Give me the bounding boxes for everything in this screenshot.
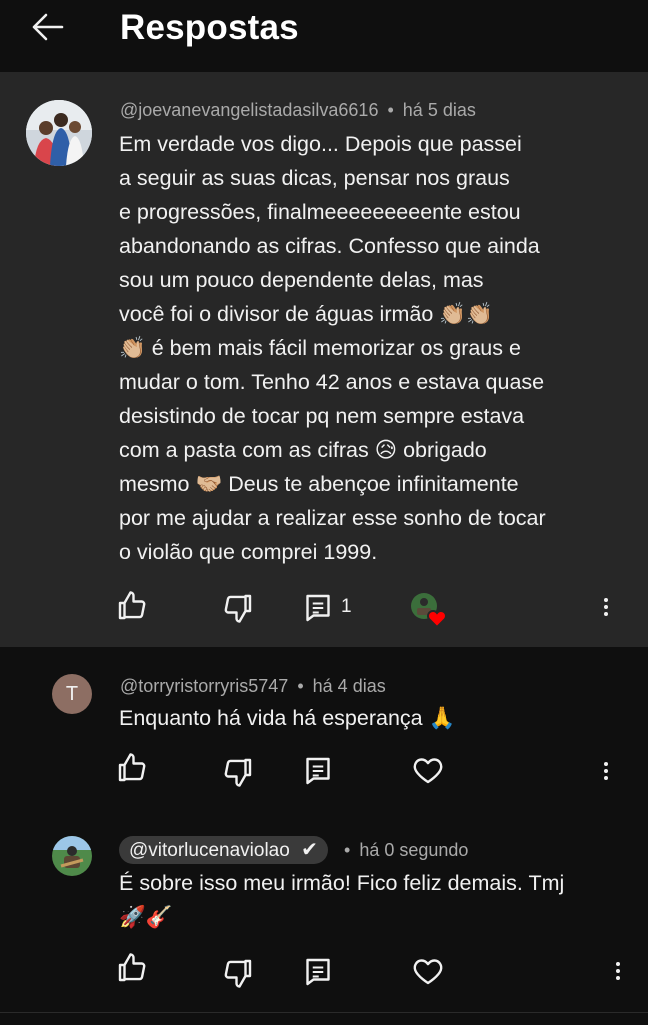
heart-icon [413,959,443,985]
reply-icon [306,594,330,622]
more-vert-icon [604,598,608,602]
back-button[interactable] [28,10,68,44]
meta-separator: • [387,100,394,120]
menu-dot [616,976,620,980]
heart-button[interactable] [410,752,446,788]
reply-button[interactable] [300,590,336,626]
like-button[interactable] [114,750,150,786]
menu-dot [604,612,608,616]
avatar[interactable]: T [52,674,92,714]
thumbs-down-icon [224,758,252,787]
author-name[interactable]: @joevanevangelistadasilva6616 [120,100,378,120]
thumbs-up-icon [118,753,146,782]
bottom-divider [0,1012,648,1025]
comment-line: Em verdade vos digo... Depois que passei [119,132,522,156]
dislike-button[interactable] [220,955,256,991]
comment-meta: @joevanevangelistadasilva6616 • há 5 dia… [120,100,476,121]
heart-icon [413,758,443,784]
page-title: Respostas [120,8,299,47]
comment-line: sou um pouco dependente delas, mas [119,268,484,292]
thumbs-down-icon [224,959,252,988]
comment-meta: • há 0 segundo [340,840,468,861]
author-name[interactable]: @torryristorryris5747 [120,676,288,696]
more-options-button[interactable] [596,588,616,624]
comment-line: É sobre isso meu irmão! Fico feliz demai… [119,871,565,895]
back-arrow-icon [32,13,64,41]
avatar-photo [52,836,92,876]
heart-icon [411,593,447,629]
comment-line: você foi o divisor de águas irmão 👏🏼👏🏼 [119,302,493,326]
more-vert-icon [604,762,608,766]
top-bar: Respostas [0,0,648,72]
author-name: @vitorlucenaviolao [129,840,290,861]
more-vert-icon [616,962,620,966]
comment-time: há 0 segundo [359,840,469,860]
like-button[interactable] [114,588,150,624]
comment-line: com a pasta com as cifras 😥 obrigado [119,438,487,462]
thumbs-up-icon [118,953,146,982]
comment-line: abandonando as cifras. Confesso que aind… [119,234,540,258]
comment-line: 🚀🎸 [119,905,173,929]
reply-button[interactable] [300,753,336,789]
creator-author-pill[interactable]: @vitorlucenaviolao ✔ [119,836,328,864]
dislike-button[interactable] [220,754,256,790]
reply-button[interactable] [300,954,336,990]
menu-dot [604,769,608,773]
more-options-button[interactable] [596,752,616,788]
avatar-letter: T [65,683,79,705]
comment-text: Em verdade vos digo... Depois que passei… [119,127,546,569]
comment-time: há 5 dias [402,100,476,120]
more-options-button[interactable] [608,952,628,988]
creator-heart-badge [410,592,450,632]
comment-line: mudar o tom. Tenho 42 anos e estava quas… [119,370,545,394]
comment-line: por me ajudar a realizar esse sonho de t… [119,506,546,530]
menu-dot [616,969,620,973]
comment-text: É sobre isso meu irmão! Fico feliz demai… [119,866,564,934]
like-button[interactable] [114,950,150,986]
meta-separator: • [344,840,351,860]
menu-dot [604,605,608,609]
reply-icon [306,757,330,785]
comment-line: 👏🏼 é bem mais fácil memorizar os graus e [119,336,521,360]
reply-count: 1 [341,596,352,617]
comment-time: há 4 dias [312,676,386,696]
avatar-photo [26,100,92,166]
avatar[interactable] [26,100,92,166]
meta-separator: • [297,676,304,696]
comment-line: mesmo 🤝🏼 Deus te abençoe infinitamente [119,472,519,496]
thumbs-down-icon [224,594,252,623]
comment-line: a seguir as suas dicas, pensar nos graus [119,166,510,190]
comment-line: e progressões, finalmeeeeeeeeente estou [119,200,521,224]
heart-button[interactable] [410,953,446,989]
reply-icon [306,958,330,986]
avatar[interactable] [52,836,92,876]
comment-line: desistindo de tocar pq nem sempre estava [119,404,525,428]
comment-line: o violão que comprei 1999. [119,540,378,564]
comment-meta: @torryristorryris5747 • há 4 dias [120,676,386,697]
verified-icon: ✔ [301,839,318,861]
menu-dot [604,776,608,780]
dislike-button[interactable] [220,590,256,626]
comment-text: Enquanto há vida há esperança 🙏 [119,701,455,735]
comment-line: Enquanto há vida há esperança 🙏 [119,706,456,730]
main-comment: @joevanevangelistadasilva6616 • há 5 dia… [0,72,648,647]
thumbs-up-icon [118,591,146,620]
